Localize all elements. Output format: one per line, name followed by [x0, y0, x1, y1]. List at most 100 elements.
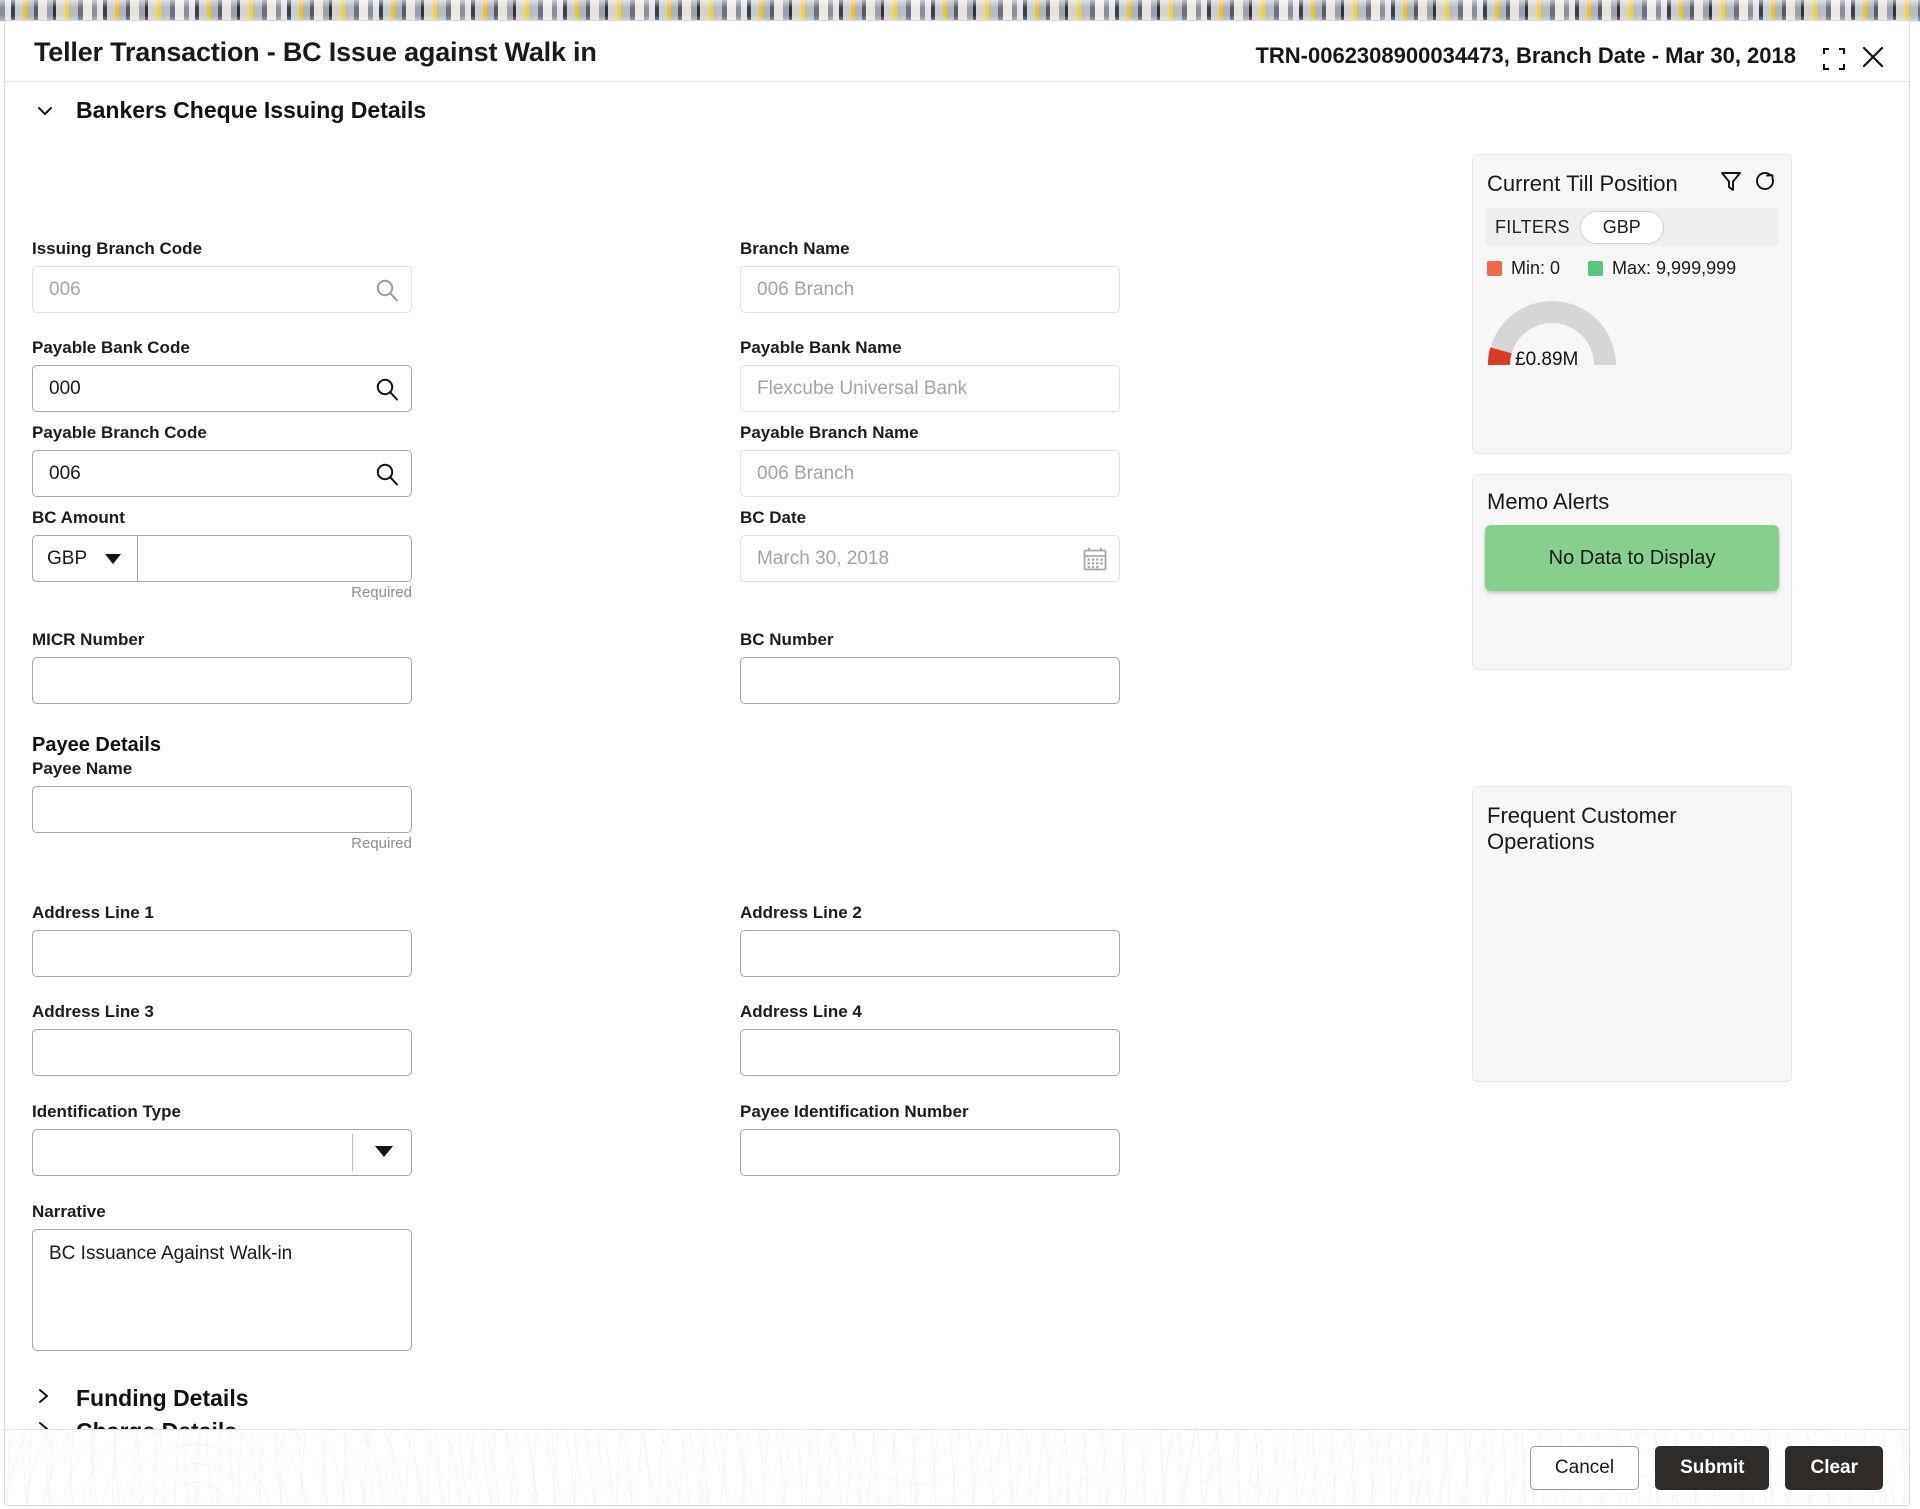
bc-date-label: BC Date: [740, 508, 1120, 528]
micr-number-input[interactable]: [32, 657, 412, 704]
decorative-top-banner: [0, 0, 1920, 22]
field-bc-amount: BC Amount GBP Required: [32, 508, 412, 582]
memo-alerts-card: Memo Alerts No Data to Display: [1472, 474, 1792, 670]
frequent-customer-operations-title: Frequent Customer Operations: [1487, 803, 1717, 856]
current-till-position-card: Current Till Position: [1472, 154, 1792, 454]
select-divider: [352, 1134, 353, 1171]
expand-icon[interactable]: [1821, 46, 1847, 72]
address-line-3-input[interactable]: [32, 1029, 412, 1076]
payee-details-group-title: Payee Details: [32, 734, 161, 757]
chevron-right-icon: [36, 1420, 52, 1429]
field-payee-name: Payee Name Required: [32, 759, 412, 833]
till-header-row: Current Till Position: [1473, 155, 1791, 198]
payable-branch-code-input[interactable]: [32, 450, 412, 497]
filter-icon[interactable]: [1719, 169, 1743, 198]
frequent-customer-operations-card: Frequent Customer Operations: [1472, 786, 1792, 1082]
bc-number-input[interactable]: [740, 657, 1120, 704]
accordion-funding-details[interactable]: Funding Details: [36, 1385, 249, 1412]
filters-label: FILTERS: [1495, 217, 1570, 238]
form-body: Bankers Cheque Issuing Details Issuing B…: [5, 82, 1909, 1429]
till-position-gauge: £0.89M: [1487, 293, 1617, 371]
issuing-branch-code-label: Issuing Branch Code: [32, 239, 412, 259]
payable-bank-name-input[interactable]: [740, 365, 1120, 412]
field-payable-bank-code: Payable Bank Code: [32, 338, 412, 412]
address-line-1-label: Address Line 1: [32, 903, 412, 923]
frequent-header-row: Frequent Customer Operations: [1473, 787, 1791, 856]
chevron-down-icon: [375, 1144, 393, 1162]
calendar-icon[interactable]: [1082, 546, 1108, 572]
chevron-down-icon: [105, 548, 121, 570]
legend-min-label: Min: 0: [1511, 258, 1560, 279]
legend-swatch-max: [1588, 261, 1603, 276]
close-icon[interactable]: [1859, 43, 1887, 71]
payee-name-input[interactable]: [32, 786, 412, 833]
field-bc-date: BC Date: [740, 508, 1120, 582]
memo-alerts-empty-chip[interactable]: No Data to Display: [1485, 525, 1779, 591]
field-payable-branch-name: Payable Branch Name: [740, 423, 1120, 497]
payee-identification-number-input[interactable]: [740, 1129, 1120, 1176]
legend-swatch-min: [1487, 261, 1502, 276]
payable-branch-name-input[interactable]: [740, 450, 1120, 497]
field-address-line-3: Address Line 3: [32, 1002, 412, 1076]
field-issuing-branch-code: Issuing Branch Code: [32, 239, 412, 313]
transaction-reference: TRN-0062308900034473, Branch Date - Mar …: [1255, 43, 1796, 69]
identification-type-label: Identification Type: [32, 1102, 412, 1122]
bc-amount-label: BC Amount: [32, 508, 412, 528]
bc-date-input[interactable]: [740, 535, 1120, 582]
identification-type-select[interactable]: [32, 1129, 412, 1176]
accordion-charge-details[interactable]: Charge Details: [36, 1418, 237, 1429]
field-payee-identification-number: Payee Identification Number: [740, 1102, 1120, 1176]
submit-button[interactable]: Submit: [1655, 1446, 1769, 1490]
branch-name-input[interactable]: [740, 266, 1120, 313]
accordion-bankers-cheque-issuing-details[interactable]: Bankers Cheque Issuing Details: [36, 97, 426, 124]
field-micr-number: MICR Number: [32, 630, 412, 704]
bc-amount-currency-select[interactable]: GBP: [32, 535, 137, 582]
field-address-line-4: Address Line 4: [740, 1002, 1120, 1076]
cancel-button[interactable]: Cancel: [1530, 1446, 1639, 1490]
window-title-bar: Teller Transaction - BC Issue against Wa…: [5, 21, 1909, 82]
issuing-branch-code-input[interactable]: [32, 266, 412, 313]
page-title: Teller Transaction - BC Issue against Wa…: [34, 37, 597, 68]
address-line-1-input[interactable]: [32, 930, 412, 977]
memo-header-row: Memo Alerts: [1473, 475, 1791, 515]
bc-number-label: BC Number: [740, 630, 1120, 650]
payee-name-label: Payee Name: [32, 759, 412, 779]
currency-filter-pill[interactable]: GBP: [1580, 211, 1664, 244]
field-payable-bank-name: Payable Bank Name: [740, 338, 1120, 412]
chevron-down-icon: [36, 102, 54, 120]
refresh-icon[interactable]: [1753, 169, 1777, 198]
field-address-line-1: Address Line 1: [32, 903, 412, 977]
branch-name-label: Branch Name: [740, 239, 1120, 259]
payable-branch-name-label: Payable Branch Name: [740, 423, 1120, 443]
field-narrative: Narrative: [32, 1202, 412, 1356]
current-till-position-title: Current Till Position: [1487, 171, 1678, 197]
footer-action-buttons: Cancel Submit Clear: [1530, 1446, 1883, 1490]
search-icon[interactable]: [374, 461, 400, 487]
field-branch-name: Branch Name: [740, 239, 1120, 313]
search-icon[interactable]: [374, 277, 400, 303]
narrative-textarea[interactable]: [32, 1229, 412, 1351]
field-bc-number: BC Number: [740, 630, 1120, 704]
funding-details-label: Funding Details: [76, 1385, 249, 1412]
narrative-label: Narrative: [32, 1202, 412, 1222]
charge-details-label: Charge Details: [76, 1418, 237, 1429]
payable-branch-code-label: Payable Branch Code: [32, 423, 412, 443]
till-legend: Min: 0 Max: 9,999,999: [1473, 246, 1791, 279]
field-identification-type: Identification Type: [32, 1102, 412, 1176]
payee-identification-number-label: Payee Identification Number: [740, 1102, 1120, 1122]
field-address-line-2: Address Line 2: [740, 903, 1120, 977]
bc-amount-currency-value: GBP: [47, 548, 87, 570]
till-filters-bar: FILTERS GBP: [1485, 208, 1779, 246]
payable-bank-code-input[interactable]: [32, 365, 412, 412]
address-line-2-input[interactable]: [740, 930, 1120, 977]
bc-amount-input[interactable]: [137, 535, 412, 582]
address-line-4-label: Address Line 4: [740, 1002, 1120, 1022]
payee-name-required-note: Required: [351, 835, 412, 852]
address-line-4-input[interactable]: [740, 1029, 1120, 1076]
search-icon[interactable]: [374, 376, 400, 402]
chevron-right-icon: [36, 1387, 52, 1410]
address-line-3-label: Address Line 3: [32, 1002, 412, 1022]
legend-max-label: Max: 9,999,999: [1612, 258, 1736, 279]
window-footer: Cancel Submit Clear: [5, 1429, 1909, 1505]
clear-button[interactable]: Clear: [1785, 1446, 1883, 1490]
